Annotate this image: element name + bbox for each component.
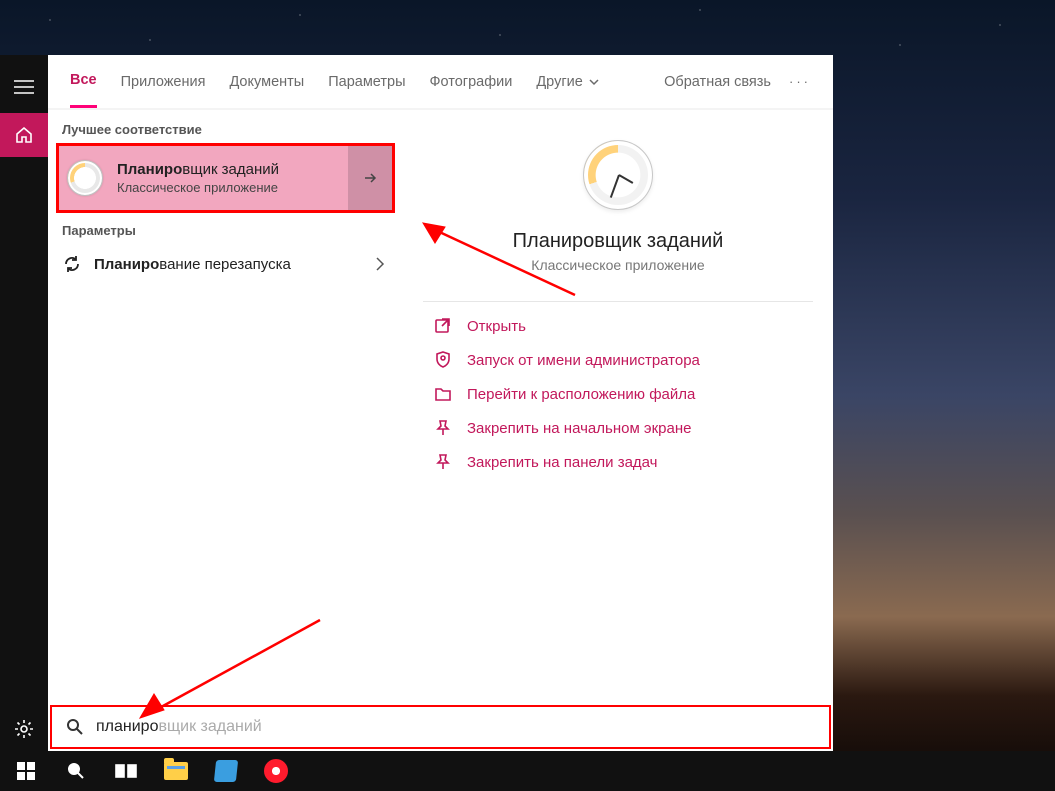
mail-app-icon: [214, 760, 238, 782]
param-result-label: Планирование перезапуска: [94, 256, 359, 273]
file-explorer-icon: [164, 762, 188, 780]
search-text: планировщик заданий: [96, 718, 262, 736]
shield-person-icon: [433, 350, 453, 370]
tab-apps[interactable]: Приложения: [121, 55, 206, 108]
task-view-icon: [115, 762, 137, 780]
start-button[interactable]: [2, 751, 50, 791]
pin-start-icon: [433, 418, 453, 438]
details-column: Планировщик заданий Классическое приложе…: [403, 110, 833, 705]
arrow-right-icon: [360, 168, 380, 188]
details-task-scheduler-icon: [583, 140, 653, 210]
search-icon: [66, 718, 84, 736]
tab-params[interactable]: Параметры: [328, 55, 405, 108]
rail-menu-button[interactable]: [0, 65, 48, 109]
tab-more-label: Другие: [536, 74, 582, 90]
tab-docs[interactable]: Документы: [229, 55, 304, 108]
section-best-match-label: Лучшее соответствие: [48, 122, 403, 143]
taskbar-search-button[interactable]: [52, 751, 100, 791]
open-icon: [433, 316, 453, 336]
left-rail: [0, 55, 48, 751]
chevron-down-icon: [587, 75, 601, 89]
action-open-label: Открыть: [467, 318, 526, 335]
action-open[interactable]: Открыть: [433, 316, 803, 336]
action-run-admin[interactable]: Запуск от имени администратора: [433, 350, 803, 370]
best-match-expand-button[interactable]: [348, 146, 392, 210]
action-pin-taskbar[interactable]: Закрепить на панели задач: [433, 452, 803, 472]
action-goto-location[interactable]: Перейти к расположению файла: [433, 384, 803, 404]
home-icon: [14, 125, 34, 145]
action-goto-location-label: Перейти к расположению файла: [467, 386, 695, 403]
tab-all[interactable]: Все: [70, 55, 97, 108]
taskbar-opera[interactable]: [252, 751, 300, 791]
refresh-icon: [62, 254, 82, 274]
action-pin-taskbar-label: Закрепить на панели задач: [467, 454, 658, 471]
chevron-right-icon: [371, 255, 389, 273]
search-panel: Все Приложения Документы Параметры Фотог…: [48, 55, 833, 751]
search-typed: планиро: [96, 718, 158, 735]
search-icon: [67, 762, 85, 780]
action-pin-start-label: Закрепить на начальном экране: [467, 420, 691, 437]
feedback-link[interactable]: Обратная связь: [664, 74, 771, 90]
search-bar[interactable]: планировщик заданий: [50, 705, 831, 749]
taskbar: [0, 751, 1055, 791]
section-params-label: Параметры: [48, 223, 403, 244]
tab-more[interactable]: Другие: [536, 55, 600, 108]
windows-logo-icon: [17, 762, 35, 780]
folder-location-icon: [433, 384, 453, 404]
tab-photos[interactable]: Фотографии: [430, 55, 513, 108]
action-list: Открыть Запуск от имени администратора П…: [423, 316, 813, 472]
details-title: Планировщик заданий: [513, 230, 724, 253]
task-view-button[interactable]: [102, 751, 150, 791]
taskbar-explorer[interactable]: [152, 751, 200, 791]
topbar: Все Приложения Документы Параметры Фотог…: [48, 55, 833, 110]
more-options-button[interactable]: ···: [789, 74, 811, 89]
rail-settings-button[interactable]: [0, 707, 48, 751]
details-separator: [423, 301, 813, 302]
rail-home-button[interactable]: [0, 113, 48, 157]
best-match-result[interactable]: Планировщик заданий Классическое приложе…: [56, 143, 395, 213]
pin-taskbar-icon: [433, 452, 453, 472]
param-result-restart-planning[interactable]: Планирование перезапуска: [48, 244, 403, 284]
details-subtitle: Классическое приложение: [531, 257, 704, 273]
action-run-admin-label: Запуск от имени администратора: [467, 352, 700, 369]
action-pin-start[interactable]: Закрепить на начальном экране: [433, 418, 803, 438]
taskbar-mail[interactable]: [202, 751, 250, 791]
search-window: Все Приложения Документы Параметры Фотог…: [0, 55, 833, 751]
best-match-subtitle: Классическое приложение: [117, 180, 279, 195]
search-autocomplete-ghost: вщик заданий: [158, 718, 261, 735]
best-match-title: Планировщик заданий: [117, 161, 279, 178]
task-scheduler-icon: [67, 160, 103, 196]
tabs: Все Приложения Документы Параметры Фотог…: [70, 55, 601, 108]
opera-icon: [264, 759, 288, 783]
hamburger-icon: [14, 79, 34, 95]
results-column: Лучшее соответствие Планировщик заданий …: [48, 110, 403, 705]
gear-icon: [14, 719, 34, 739]
